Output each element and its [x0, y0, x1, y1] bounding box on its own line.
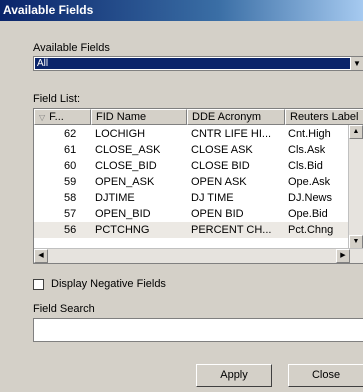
- scroll-up-icon[interactable]: ▲: [349, 125, 363, 139]
- table-row[interactable]: 59 OPEN_ASK OPEN ASK Ope.Ask: [34, 174, 349, 190]
- table-cell-name: OPEN_ASK: [95, 176, 155, 188]
- field-list-label: Field List:: [33, 93, 81, 105]
- table-cell-name: CLOSE_BID: [95, 160, 157, 172]
- table-cell-fid: 59: [64, 176, 77, 188]
- table-cell-label: Ope.Bid: [288, 208, 328, 220]
- scroll-right-icon[interactable]: ▶: [336, 249, 350, 263]
- table-cell-name: CLOSE_ASK: [95, 144, 161, 156]
- table-cell-label: Pct.Chng: [288, 224, 334, 236]
- available-fields-selected: All: [35, 58, 351, 69]
- column-header-fid[interactable]: ▽ F...: [34, 109, 91, 125]
- table-cell-label: Cls.Bid: [288, 160, 323, 172]
- display-negative-label: Display Negative Fields: [51, 278, 166, 290]
- field-search-input[interactable]: [33, 318, 363, 342]
- chevron-down-icon[interactable]: ▼: [350, 57, 363, 70]
- column-header-dde-acronym[interactable]: DDE Acronym: [187, 109, 285, 125]
- sort-icon: ▽: [39, 113, 46, 122]
- table-cell-fid: 57: [64, 208, 77, 220]
- table-cell-label: Ope.Ask: [288, 176, 331, 188]
- table-row[interactable]: 57 OPEN_BID OPEN BID Ope.Bid: [34, 206, 349, 222]
- window-title: Available Fields: [0, 0, 363, 21]
- table-row[interactable]: 61 CLOSE_ASK CLOSE ASK Cls.Ask: [34, 142, 349, 158]
- table-cell-fid: 60: [64, 160, 77, 172]
- horizontal-scrollbar[interactable]: ◀ ▶: [34, 248, 363, 263]
- display-negative-checkbox[interactable]: [33, 279, 44, 290]
- table-cell-fid: 58: [64, 192, 77, 204]
- table-cell-dde: OPEN ASK: [191, 176, 247, 188]
- table-cell-dde: CLOSE ASK: [191, 144, 253, 156]
- table-row[interactable]: 58 DJTIME DJ TIME DJ.News: [34, 190, 349, 206]
- available-fields-label: Available Fields: [33, 42, 110, 54]
- table-cell-dde: CNTR LIFE HI...: [191, 128, 272, 140]
- available-fields-dropdown[interactable]: All ▼: [33, 56, 363, 71]
- field-list[interactable]: ▽ F... FID Name DDE Acronym Reuters Label…: [33, 108, 363, 264]
- table-row[interactable]: 56 PCTCHNG PERCENT CH... Pct.Chng: [34, 222, 349, 238]
- table-cell-dde: CLOSE BID: [191, 160, 250, 172]
- field-list-header: ▽ F... FID Name DDE Acronym Reuters Label: [34, 109, 363, 125]
- table-cell-dde: DJ TIME: [191, 192, 234, 204]
- table-cell-label: Cnt.High: [288, 128, 331, 140]
- table-row[interactable]: 62 LOCHIGH CNTR LIFE HI... Cnt.High: [34, 126, 349, 142]
- table-cell-name: LOCHIGH: [95, 128, 146, 140]
- table-cell-dde: PERCENT CH...: [191, 224, 272, 236]
- field-search-label: Field Search: [33, 303, 95, 315]
- table-cell-label: Cls.Ask: [288, 144, 326, 156]
- close-button[interactable]: Close: [288, 364, 363, 387]
- apply-button[interactable]: Apply: [196, 364, 272, 387]
- table-cell-fid: 62: [64, 128, 77, 140]
- table-cell-fid: 56: [64, 224, 77, 236]
- table-row[interactable]: 60 CLOSE_BID CLOSE BID Cls.Bid: [34, 158, 349, 174]
- table-cell-name: PCTCHNG: [95, 224, 150, 236]
- column-header-reuters-label[interactable]: Reuters Label: [285, 109, 363, 125]
- table-cell-name: DJTIME: [95, 192, 135, 204]
- column-header-fid-name[interactable]: FID Name: [91, 109, 187, 125]
- vertical-scrollbar[interactable]: ▲ ▼: [348, 125, 363, 249]
- scroll-down-icon[interactable]: ▼: [349, 235, 363, 249]
- table-cell-name: OPEN_BID: [95, 208, 151, 220]
- table-cell-label: DJ.News: [288, 192, 333, 204]
- scroll-left-icon[interactable]: ◀: [34, 249, 48, 263]
- table-cell-dde: OPEN BID: [191, 208, 244, 220]
- table-cell-fid: 61: [64, 144, 77, 156]
